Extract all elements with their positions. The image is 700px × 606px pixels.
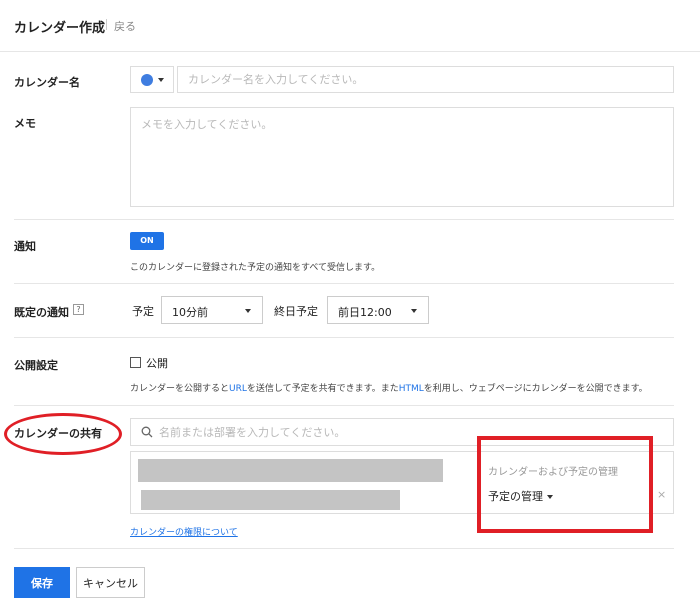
- public-setting-label: 公開設定: [14, 359, 58, 372]
- chevron-down-icon: [245, 309, 251, 313]
- header-divider: [106, 19, 107, 30]
- event-notification-label: 予定: [132, 305, 154, 318]
- color-dot-icon: [141, 74, 153, 86]
- divider: [14, 337, 674, 338]
- allday-notification-select[interactable]: 前日12:00: [327, 296, 429, 324]
- public-checkbox[interactable]: [130, 357, 141, 368]
- default-notification-label: 既定の通知: [14, 306, 69, 319]
- divider: [14, 548, 674, 549]
- annotation-rectangle: [477, 436, 653, 533]
- memo-label: メモ: [14, 117, 36, 130]
- divider: [14, 405, 674, 406]
- notification-description: このカレンダーに登録された予定の通知をすべて受信します。: [130, 263, 381, 273]
- notification-toggle[interactable]: ON: [130, 232, 164, 250]
- redacted-member-info: [141, 490, 400, 510]
- redacted-member-name: [138, 459, 443, 482]
- event-notification-select[interactable]: 10分前: [161, 296, 263, 324]
- event-notification-value: 10分前: [172, 306, 208, 319]
- chevron-down-icon: [158, 78, 164, 82]
- memo-input[interactable]: [130, 107, 674, 207]
- allday-notification-label: 終日予定: [274, 305, 318, 318]
- annotation-circle: [4, 413, 122, 455]
- public-checkbox-label: 公開: [146, 357, 168, 370]
- public-setting-description: カレンダーを公開するとURLを送信して予定を共有できます。またHTMLを利用し、…: [130, 384, 648, 394]
- save-button[interactable]: 保存: [14, 567, 70, 598]
- search-icon: [141, 426, 153, 438]
- allday-notification-value: 前日12:00: [338, 306, 392, 319]
- page-title: カレンダー作成: [14, 21, 106, 36]
- divider: [14, 219, 674, 220]
- calendar-name-input[interactable]: [177, 66, 674, 93]
- cancel-button[interactable]: キャンセル: [76, 567, 145, 598]
- html-link[interactable]: HTML: [399, 384, 424, 394]
- permission-info-link[interactable]: カレンダーの権限について: [130, 525, 238, 538]
- page-header: カレンダー作成 戻る: [0, 0, 700, 52]
- help-icon[interactable]: ?: [73, 304, 84, 315]
- remove-member-button[interactable]: ×: [657, 488, 666, 501]
- back-link[interactable]: 戻る: [114, 18, 136, 34]
- calendar-color-select[interactable]: [130, 66, 174, 93]
- url-link[interactable]: URL: [229, 384, 247, 394]
- calendar-name-label: カレンダー名: [14, 76, 80, 89]
- notification-label: 通知: [14, 240, 36, 253]
- divider: [14, 283, 674, 284]
- chevron-down-icon: [411, 309, 417, 313]
